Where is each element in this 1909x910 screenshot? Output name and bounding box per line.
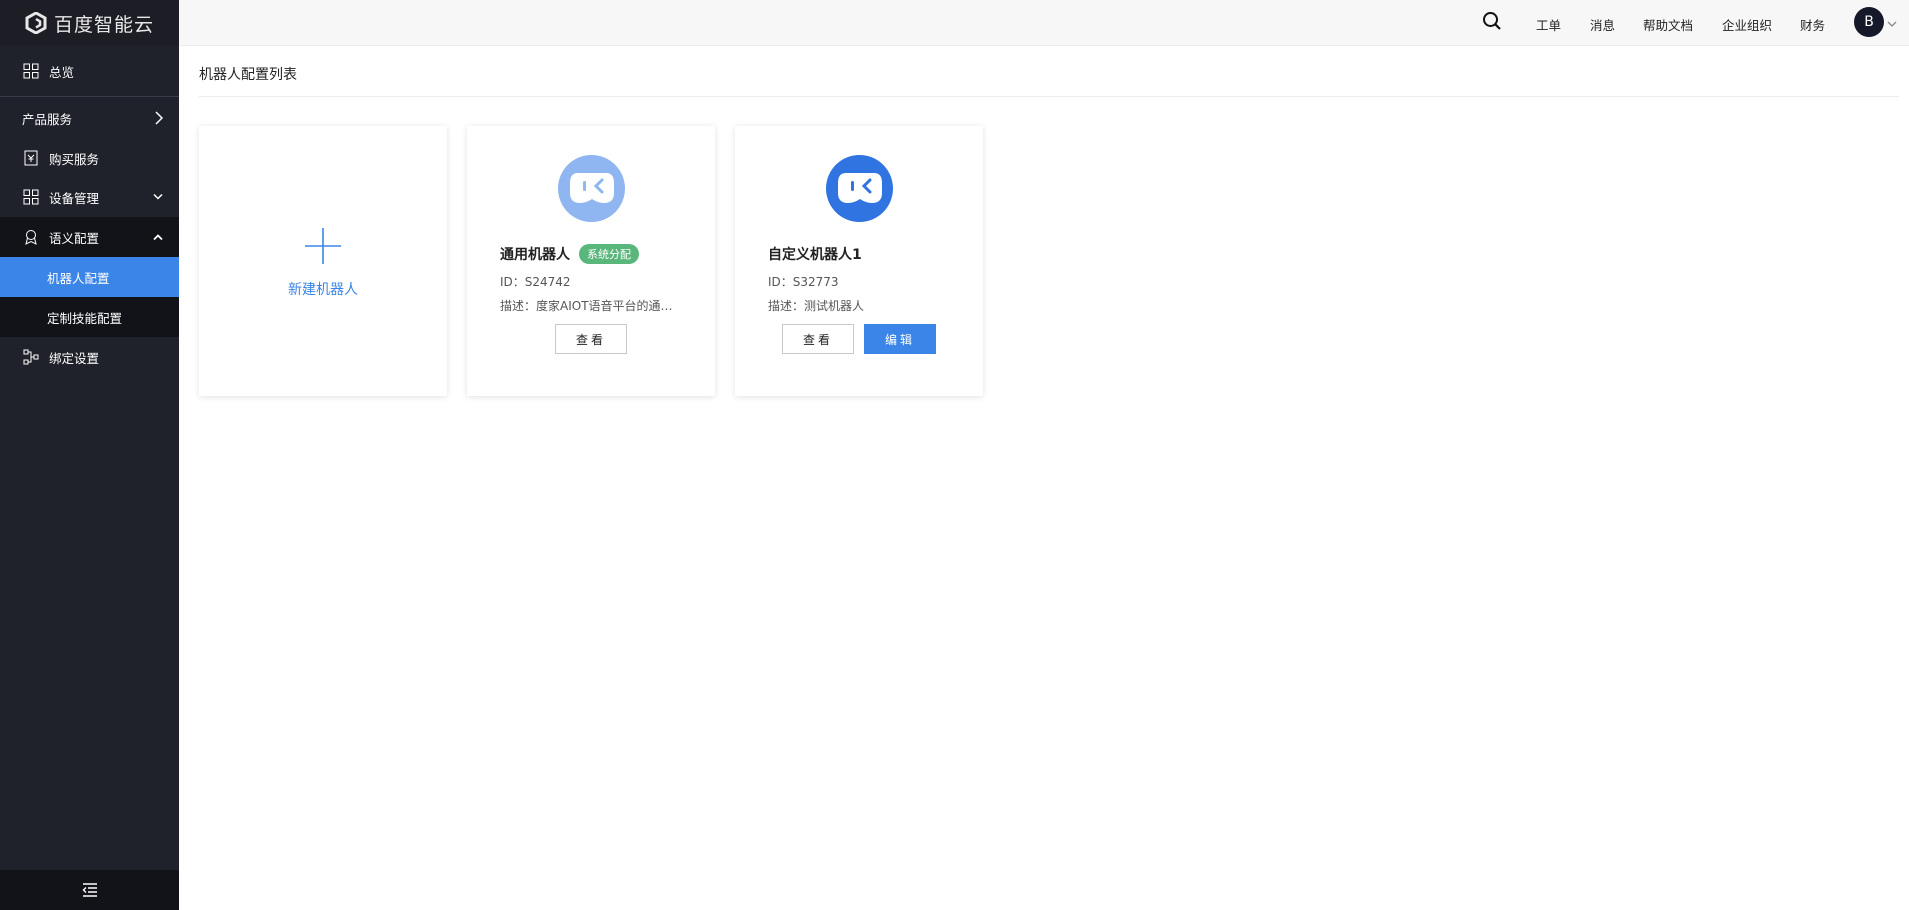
title-divider bbox=[199, 96, 1899, 97]
chevron-up-icon bbox=[153, 234, 163, 241]
header-link-finance[interactable]: 财务 bbox=[1800, 15, 1825, 34]
header-link-messages[interactable]: 消息 bbox=[1590, 15, 1615, 34]
sidebar-subitem-label: 定制技能配置 bbox=[47, 310, 123, 326]
logo[interactable]: 百度智能云 bbox=[0, 0, 179, 46]
sidebar-item-product-services[interactable]: 产品服务 bbox=[0, 98, 179, 138]
header-link-ticket[interactable]: 工单 bbox=[1536, 15, 1561, 34]
status-badge: 系统分配 bbox=[579, 244, 639, 264]
sidebar-item-label: 购买服务 bbox=[49, 151, 100, 167]
chevron-down-icon bbox=[153, 193, 163, 201]
robot-id: ID：S32773 bbox=[768, 275, 839, 289]
header-link-enterprise[interactable]: 企业组织 bbox=[1722, 15, 1772, 34]
sidebar-subitem-label: 机器人配置 bbox=[47, 270, 110, 286]
robot-card: 自定义机器人1 ID：S32773 描述：测试机器人 查看 编辑 bbox=[735, 126, 983, 396]
plus-icon bbox=[304, 227, 342, 269]
robot-face-icon bbox=[826, 155, 893, 222]
view-button[interactable]: 查看 bbox=[555, 324, 627, 354]
sidebar-item-binding[interactable]: 绑定设置 bbox=[0, 337, 179, 377]
new-robot-card[interactable]: 新建机器人 bbox=[199, 126, 447, 396]
sidebar-item-semantic-config[interactable]: 语义配置 bbox=[0, 217, 179, 257]
robot-description: 描述：测试机器人 bbox=[768, 299, 865, 313]
sidebar-item-overview[interactable]: 总览 bbox=[0, 51, 179, 91]
collapse-menu-icon bbox=[82, 883, 97, 897]
view-button[interactable]: 查看 bbox=[782, 324, 854, 354]
receipt-icon bbox=[22, 149, 40, 167]
location-badge-icon bbox=[22, 228, 40, 246]
sidebar-item-label: 产品服务 bbox=[22, 111, 73, 127]
sidebar-item-label: 总览 bbox=[49, 64, 75, 80]
top-header: 工单 消息 帮助文档 企业组织 财务 B bbox=[179, 0, 1909, 46]
chevron-right-icon bbox=[154, 111, 163, 125]
grid-icon bbox=[22, 188, 40, 206]
robot-name: 自定义机器人1 bbox=[768, 244, 862, 264]
sidebar-item-label: 绑定设置 bbox=[49, 350, 100, 366]
page-title: 机器人配置列表 bbox=[199, 67, 297, 83]
collapse-sidebar-button[interactable] bbox=[0, 870, 179, 910]
new-robot-label: 新建机器人 bbox=[288, 282, 358, 298]
robot-name-text: 通用机器人 bbox=[500, 247, 570, 263]
robot-description: 描述：度家AIOT语音平台的通… bbox=[500, 299, 673, 313]
robot-name: 通用机器人 系统分配 bbox=[500, 244, 639, 264]
avatar[interactable]: B bbox=[1854, 7, 1884, 37]
robot-card: 通用机器人 系统分配 ID：S24742 描述：度家AIOT语音平台的通… 查看 bbox=[467, 126, 715, 396]
sidebar-subitem-robot-config[interactable]: 机器人配置 bbox=[0, 257, 179, 297]
sidebar-divider bbox=[0, 96, 179, 97]
sidebar: 百度智能云 总览 产品服务 购买服务 设备管理 语义配置 机器人配置 定制技能配… bbox=[0, 0, 179, 910]
sidebar-item-buy-service[interactable]: 购买服务 bbox=[0, 138, 179, 178]
network-icon bbox=[22, 348, 40, 366]
robot-id: ID：S24742 bbox=[500, 275, 571, 289]
sidebar-item-label: 语义配置 bbox=[49, 230, 100, 246]
baidu-cloud-logo-icon bbox=[25, 12, 47, 34]
robot-name-text: 自定义机器人1 bbox=[768, 247, 862, 263]
logo-text: 百度智能云 bbox=[53, 13, 154, 36]
sidebar-item-label: 设备管理 bbox=[49, 190, 100, 206]
header-link-help-docs[interactable]: 帮助文档 bbox=[1643, 15, 1693, 34]
chevron-down-icon[interactable] bbox=[1887, 17, 1897, 32]
edit-button[interactable]: 编辑 bbox=[864, 324, 936, 354]
search-icon[interactable] bbox=[1482, 11, 1502, 35]
grid-icon bbox=[22, 62, 40, 80]
sidebar-subitem-custom-skill[interactable]: 定制技能配置 bbox=[0, 297, 179, 337]
sidebar-item-device-mgmt[interactable]: 设备管理 bbox=[0, 177, 179, 217]
robot-face-icon bbox=[558, 155, 625, 222]
